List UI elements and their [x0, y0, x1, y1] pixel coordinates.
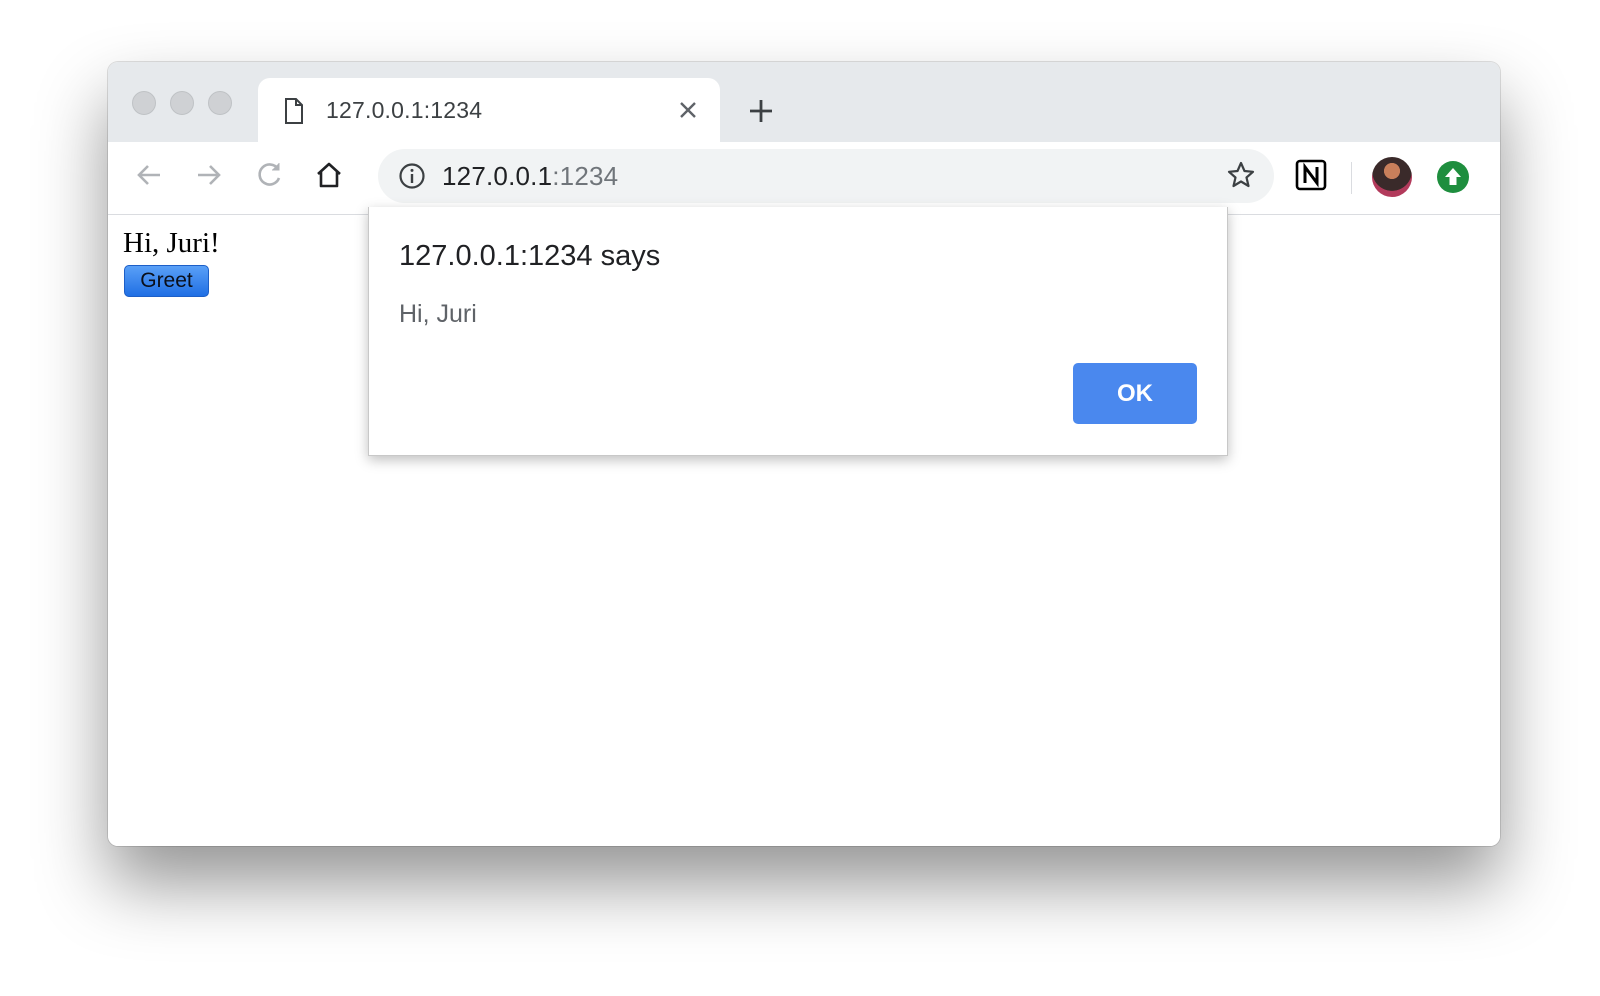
alert-dialog: 127.0.0.1:1234 says Hi, Juri OK: [368, 207, 1228, 456]
close-icon[interactable]: [678, 100, 698, 125]
address-bar[interactable]: 127.0.0.1:1234: [378, 149, 1274, 203]
greeting-text: Hi, Juri!: [123, 227, 220, 259]
tab-title: 127.0.0.1:1234: [326, 97, 483, 123]
url-text[interactable]: 127.0.0.1:1234: [442, 161, 618, 192]
reload-icon[interactable]: [254, 160, 284, 195]
toolbar: 127.0.0.1:1234: [108, 142, 1500, 215]
browser-window: 127.0.0.1:1234 127.0.0.1:1234 Hi, Juri! …: [108, 62, 1500, 846]
star-icon[interactable]: [1226, 160, 1256, 195]
tab-active[interactable]: 127.0.0.1:1234: [258, 78, 720, 142]
forward-arrow-icon[interactable]: [194, 160, 224, 195]
avatar[interactable]: [1372, 157, 1412, 197]
url-port: :1234: [552, 161, 619, 191]
plus-icon[interactable]: [748, 98, 774, 129]
home-icon[interactable]: [314, 160, 344, 195]
window-minimize-dot[interactable]: [170, 91, 194, 115]
tab-strip: 127.0.0.1:1234: [108, 62, 1500, 142]
dialog-message: Hi, Juri: [399, 300, 477, 328]
notion-icon[interactable]: [1294, 158, 1328, 197]
back-arrow-icon[interactable]: [134, 160, 164, 195]
window-close-dot[interactable]: [132, 91, 156, 115]
url-host: 127.0.0.1: [442, 161, 553, 191]
toolbar-separator: [1351, 162, 1352, 194]
window-maximize-dot[interactable]: [208, 91, 232, 115]
ok-button[interactable]: OK: [1073, 363, 1197, 424]
update-icon[interactable]: [1436, 160, 1470, 199]
greet-button[interactable]: Greet: [124, 265, 209, 297]
dialog-title: 127.0.0.1:1234 says: [399, 240, 661, 272]
info-icon[interactable]: [398, 162, 426, 195]
page-icon: [284, 98, 304, 129]
